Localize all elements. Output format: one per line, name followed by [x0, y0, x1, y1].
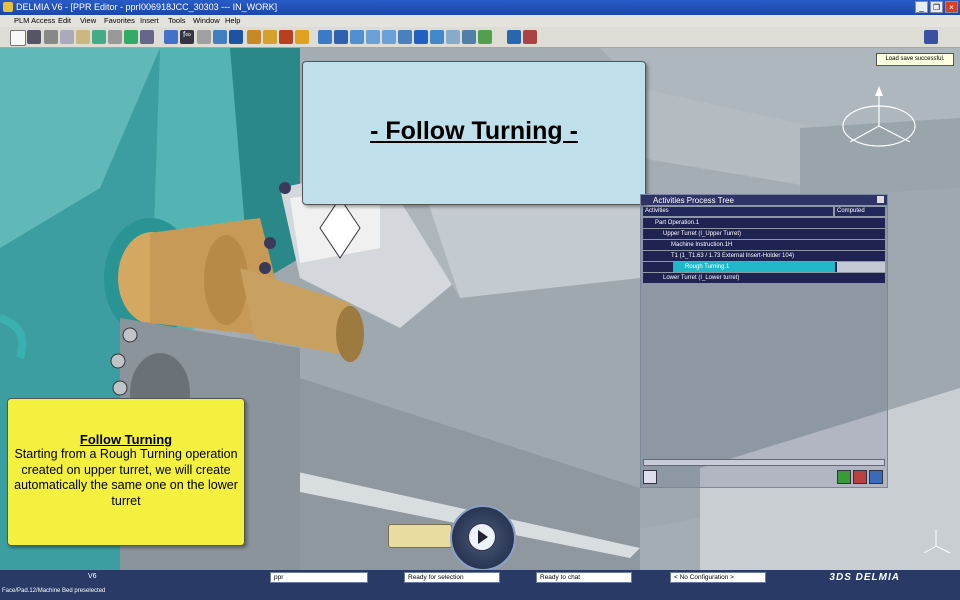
- menu-insert[interactable]: Insert: [140, 16, 159, 25]
- menu-window[interactable]: Window: [193, 16, 220, 25]
- tree-row[interactable]: Lower Turret (I_Lower turret): [643, 273, 885, 283]
- status-field-ppr[interactable]: ppr: [270, 572, 368, 583]
- panel-minimize-icon[interactable]: [877, 196, 884, 203]
- column-header-computed[interactable]: Computed: [835, 207, 885, 216]
- status-bar: V6 ppr Ready for selection Ready to chat…: [0, 570, 960, 600]
- process-icon[interactable]: [263, 30, 277, 44]
- tree-row[interactable]: T1 (1_T1.63 / 1.73 External Insert-Holde…: [643, 251, 885, 261]
- menu-plm-access[interactable]: PLM Access: [14, 16, 55, 25]
- play-button[interactable]: [468, 523, 496, 551]
- product-icon[interactable]: [295, 30, 309, 44]
- normal-view-icon[interactable]: [398, 30, 412, 44]
- compass-icon[interactable]: [838, 84, 920, 150]
- help-pointer-icon[interactable]: [140, 30, 154, 44]
- tree-row[interactable]: Part Operation.1: [643, 218, 885, 228]
- menu-view[interactable]: View: [80, 16, 96, 25]
- toolbar: f∞: [0, 27, 960, 48]
- menu-edit[interactable]: Edit: [58, 16, 71, 25]
- axis-triad-icon: [923, 530, 951, 554]
- app-icon: [3, 2, 13, 12]
- menu-help[interactable]: Help: [225, 16, 240, 25]
- multi-view-icon[interactable]: [414, 30, 428, 44]
- pan-icon[interactable]: [334, 30, 348, 44]
- analysis-icon[interactable]: [229, 30, 243, 44]
- print-icon[interactable]: [27, 30, 41, 44]
- shading-icon[interactable]: [478, 30, 492, 44]
- menu-favorites[interactable]: Favorites: [104, 16, 135, 25]
- rotate-icon[interactable]: [350, 30, 364, 44]
- brand-logo: 3DS DELMIA: [829, 572, 900, 583]
- note-body: Starting from a Rough Turning operation …: [14, 447, 238, 508]
- zoom-in-icon[interactable]: [366, 30, 380, 44]
- undo-icon[interactable]: [92, 30, 106, 44]
- simulation-icon[interactable]: [247, 30, 261, 44]
- note-heading: Follow Turning: [79, 432, 173, 447]
- tree-panel-header: Activities Process Tree: [641, 195, 887, 205]
- iso-view-icon[interactable]: [430, 30, 444, 44]
- tree-panel-title: Activities Process Tree: [653, 196, 734, 205]
- restore-button[interactable]: ❐: [930, 1, 943, 13]
- banner-title: - Follow Turning -: [370, 117, 578, 145]
- layer-icon[interactable]: [507, 30, 521, 44]
- select-icon[interactable]: [164, 30, 178, 44]
- measure-icon[interactable]: [197, 30, 211, 44]
- fit-all-icon[interactable]: [318, 30, 332, 44]
- cut-icon[interactable]: [44, 30, 58, 44]
- catalog-icon[interactable]: [213, 30, 227, 44]
- expand-icon[interactable]: [837, 470, 851, 484]
- menu-bar: PLM Access Edit View Favorites Insert To…: [0, 15, 960, 27]
- version-label: V6: [88, 573, 97, 580]
- player-toolbar[interactable]: [388, 524, 452, 548]
- render-icon[interactable]: [523, 30, 537, 44]
- tree-row[interactable]: Machine Instruction.1H: [643, 240, 885, 250]
- copy-icon[interactable]: [60, 30, 74, 44]
- status-field-chat[interactable]: Ready to chat: [536, 572, 632, 583]
- window-title: DELMIA V6 - [PPR Editor - pprI006918JCC_…: [16, 2, 278, 12]
- tree-row-selected[interactable]: Rough Turning.1: [643, 262, 885, 272]
- status-tooltip: Load save successful.: [876, 53, 954, 66]
- column-header-activities[interactable]: Activities: [643, 207, 833, 216]
- title-bar: DELMIA V6 - [PPR Editor - pprI006918JCC_…: [0, 0, 960, 15]
- hide-show-icon[interactable]: [446, 30, 460, 44]
- status-field-configuration[interactable]: < No Configuration >: [670, 572, 766, 583]
- status-field-selection[interactable]: Ready for selection: [404, 572, 500, 583]
- close-button[interactable]: ×: [945, 1, 958, 13]
- tree-tool-icon[interactable]: [643, 470, 657, 484]
- title-banner: - Follow Turning -: [302, 61, 646, 205]
- tree-horizontal-scrollbar[interactable]: [643, 459, 885, 466]
- filter-icon[interactable]: [869, 470, 883, 484]
- swap-visible-icon[interactable]: [462, 30, 476, 44]
- paste-icon[interactable]: [76, 30, 90, 44]
- update-icon[interactable]: [124, 30, 138, 44]
- info-note: Follow Turning Starting from a Rough Tur…: [7, 398, 245, 546]
- zoom-out-icon[interactable]: [382, 30, 396, 44]
- tree-row[interactable]: Upper Turret (I_Upper Turret): [643, 229, 885, 239]
- minimize-button[interactable]: _: [915, 1, 928, 13]
- menu-tools[interactable]: Tools: [168, 16, 186, 25]
- compass-tool-icon[interactable]: [924, 30, 938, 44]
- resource-icon[interactable]: [279, 30, 293, 44]
- activities-process-tree-panel: Activities Process Tree Activities Compu…: [640, 194, 888, 488]
- formula-icon[interactable]: f∞: [180, 30, 194, 44]
- preselection-status: Face/Pad.12/Machine Bed preselected: [2, 588, 106, 594]
- redo-icon[interactable]: [108, 30, 122, 44]
- collapse-icon[interactable]: [853, 470, 867, 484]
- new-icon[interactable]: [10, 30, 26, 46]
